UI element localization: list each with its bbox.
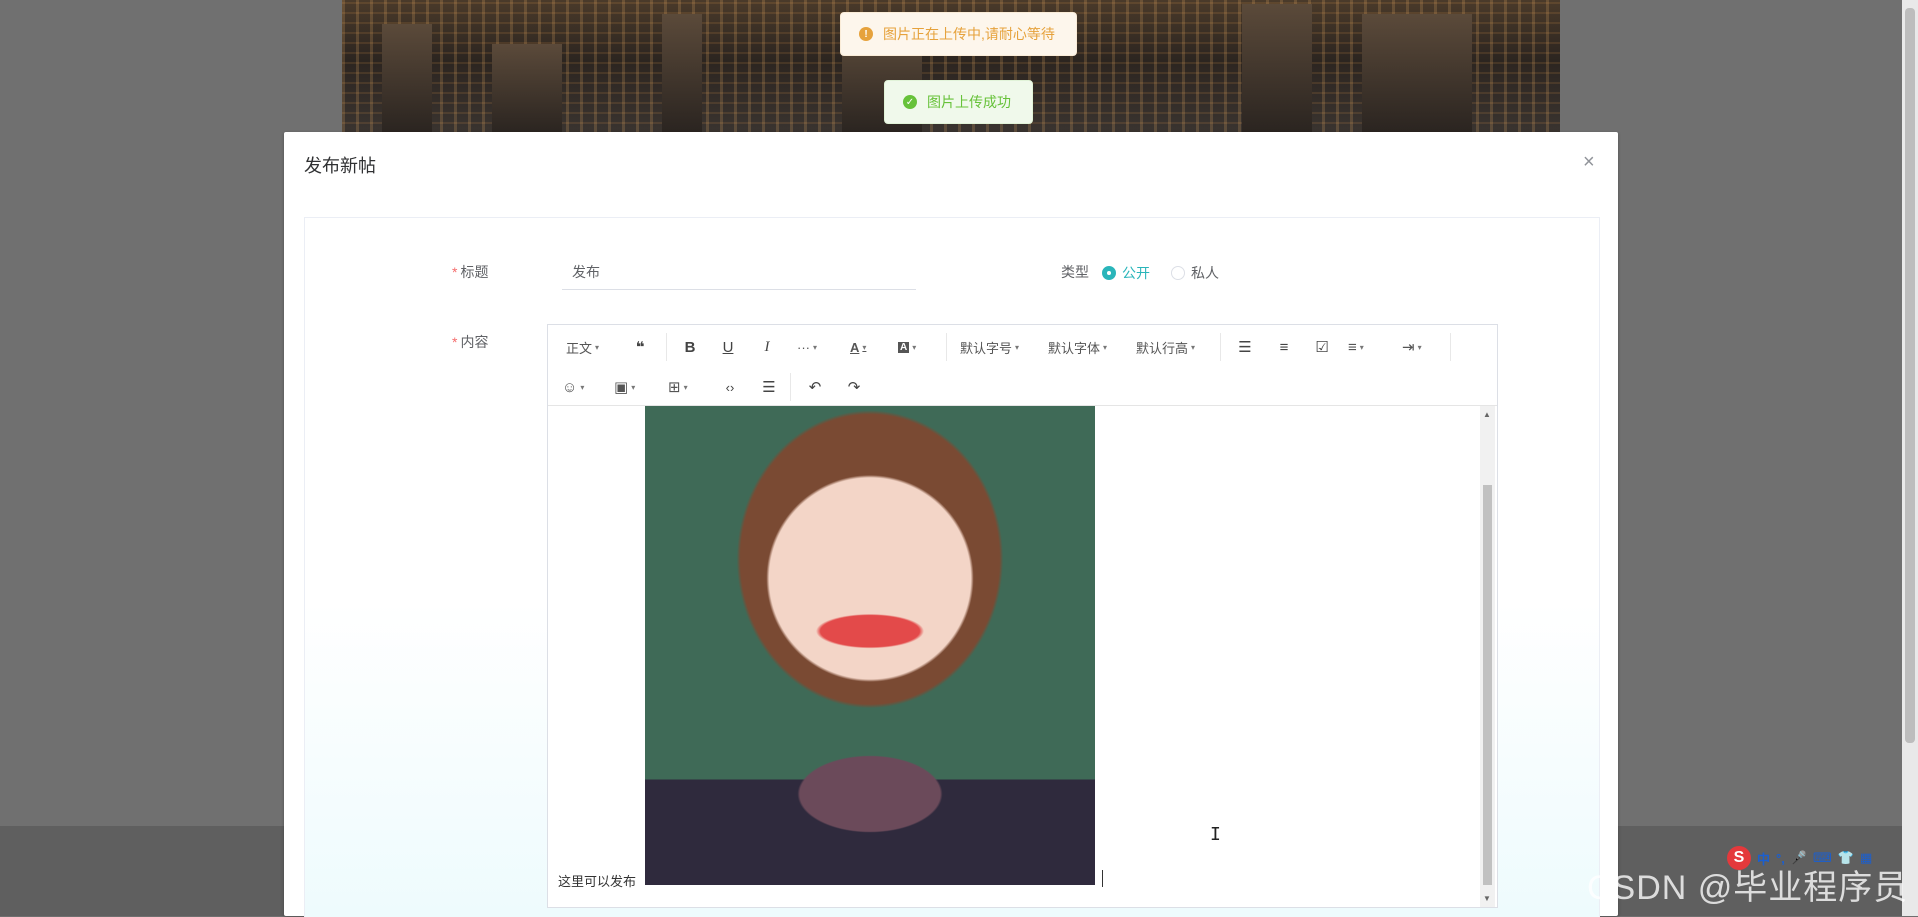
font-size-dropdown[interactable]: 默认字号 ▾	[960, 335, 1019, 359]
dialog-title: 发布新帖	[304, 156, 376, 176]
scroll-down-icon[interactable]: ▼	[1483, 894, 1491, 903]
editor-content-area[interactable]: 这里可以发布	[548, 406, 1480, 907]
upload-pending-text: 图片正在上传中,请耐心等待	[883, 26, 1055, 42]
insert-table-dropdown[interactable]: ⊞ ▾	[668, 375, 688, 399]
upload-success-text: 图片上传成功	[927, 94, 1011, 110]
check-circle-icon: ✓	[903, 95, 917, 109]
toolbar-divider	[1220, 333, 1221, 361]
uploaded-portrait-image[interactable]	[645, 406, 1095, 885]
csdn-watermark: CSDN @毕业程序员	[1587, 869, 1909, 907]
underline-icon[interactable]: U	[716, 335, 740, 359]
upload-pending-toast: ! 图片正在上传中,请耐心等待	[840, 12, 1077, 56]
insert-image-dropdown[interactable]: ▣ ▾	[614, 375, 635, 399]
content-label: * 内容	[452, 334, 489, 350]
radio-dot-icon	[1171, 266, 1185, 280]
italic-icon[interactable]: I	[755, 335, 779, 359]
page-scrollbar-thumb[interactable]	[1905, 8, 1915, 743]
warning-icon: !	[859, 27, 873, 41]
font-family-dropdown[interactable]: 默认字体 ▾	[1048, 335, 1107, 359]
toolbar-divider	[1450, 333, 1451, 361]
quote-icon[interactable]: ❝	[628, 335, 652, 359]
undo-icon[interactable]: ↶	[803, 375, 827, 399]
close-icon[interactable]: ×	[1583, 152, 1595, 172]
radio-public[interactable]: 公开	[1102, 263, 1150, 283]
editor-toolbar: 正文 ▾ ❝ B U I ··· ▾ A ▾ A ▾ 默认字号 ▾ 默认字体 ▾ 默认行高 ▾…	[548, 325, 1497, 406]
toolbar-divider	[666, 333, 667, 361]
more-styles-dropdown[interactable]: ··· ▾	[797, 335, 817, 359]
text-caret	[1102, 870, 1103, 887]
align-dropdown[interactable]: ≡ ▾	[1348, 335, 1364, 359]
indent-dropdown[interactable]: ⇥ ▾	[1402, 335, 1422, 359]
numbered-list-icon[interactable]: ≡	[1272, 335, 1296, 359]
scroll-up-icon[interactable]: ▲	[1483, 410, 1491, 419]
title-label: * 标题	[452, 264, 489, 280]
code-icon[interactable]: ‹›	[718, 375, 742, 399]
title-input[interactable]	[562, 254, 916, 290]
paragraph-style-dropdown[interactable]: 正文 ▾	[566, 335, 599, 359]
toolbar-divider	[946, 333, 947, 361]
editor-body-text: 这里可以发布	[558, 874, 637, 889]
background-color-dropdown[interactable]: A ▾	[898, 335, 916, 359]
editor-scrollbar[interactable]: ▲ ▼	[1480, 406, 1495, 907]
post-form: *标题 类型 公开 私人 *内容 正文▾ ❝ B U I ···▾ A▾	[304, 217, 1600, 917]
rich-text-editor: 正文 ▾ ❝ B U I ··· ▾ A ▾ A ▾ 默认字号 ▾ 默认字体 ▾ 默认行高 ▾…	[547, 324, 1498, 908]
toolbar-divider	[790, 373, 791, 401]
type-label: 类型	[1061, 264, 1089, 280]
font-color-dropdown[interactable]: A ▾	[850, 335, 866, 359]
text-cursor-icon: I	[1210, 824, 1221, 845]
line-height-dropdown[interactable]: 默认行高 ▾	[1136, 335, 1195, 359]
radio-private[interactable]: 私人	[1171, 263, 1219, 283]
radio-dot-icon	[1102, 266, 1116, 280]
upload-success-toast: ✓ 图片上传成功	[884, 80, 1033, 124]
bold-icon[interactable]: B	[678, 335, 702, 359]
todo-checkbox-icon[interactable]: ☑	[1310, 335, 1334, 359]
bullet-list-icon[interactable]: ☰	[1233, 335, 1257, 359]
redo-icon[interactable]: ↷	[842, 375, 866, 399]
new-post-dialog: 发布新帖 × *标题 类型 公开 私人 *内容 正文▾ ❝ B U I	[284, 132, 1618, 917]
scrollbar-thumb[interactable]	[1483, 485, 1492, 885]
page-scrollbar[interactable]	[1902, 0, 1918, 916]
emoji-dropdown[interactable]: ☺ ▾	[562, 375, 584, 399]
divider-line-icon[interactable]: ☰	[757, 375, 781, 399]
